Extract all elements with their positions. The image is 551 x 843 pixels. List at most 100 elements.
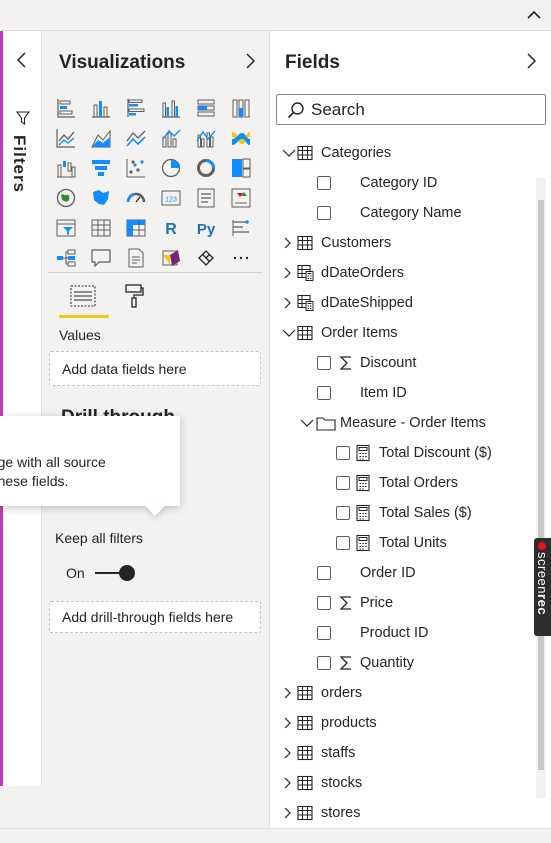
card-icon[interactable]: 123 xyxy=(153,183,188,213)
filters-pane-collapsed[interactable]: Filters xyxy=(0,31,42,786)
more-visuals-icon[interactable] xyxy=(223,243,258,273)
toggle-switch[interactable] xyxy=(94,565,135,581)
decomposition-tree-icon[interactable] xyxy=(48,243,83,273)
field-checkbox[interactable] xyxy=(317,206,331,220)
table-icon xyxy=(297,745,313,761)
field-checkbox[interactable] xyxy=(317,596,331,610)
chevron-right-icon[interactable] xyxy=(282,746,296,760)
kpi-icon[interactable] xyxy=(223,183,258,213)
treemap-icon[interactable] xyxy=(223,153,258,183)
table-row[interactable]: Categories xyxy=(270,138,551,168)
chevron-right-icon[interactable] xyxy=(524,52,538,70)
sigma-icon xyxy=(339,356,351,370)
chevron-up-icon[interactable] xyxy=(525,6,543,24)
field-row[interactable]: Total Units xyxy=(270,528,551,558)
100-stacked-bar-chart-icon[interactable] xyxy=(188,93,223,123)
100-stacked-column-chart-icon[interactable] xyxy=(223,93,258,123)
chevron-right-icon[interactable] xyxy=(243,52,257,70)
matrix-icon[interactable] xyxy=(118,213,153,243)
table-row[interactable]: staffs xyxy=(270,738,551,768)
chevron-down-icon[interactable] xyxy=(282,326,296,340)
field-checkbox[interactable] xyxy=(336,476,350,490)
field-checkbox[interactable] xyxy=(317,176,331,190)
filled-map-icon[interactable] xyxy=(83,183,118,213)
fields-scrollbar-thumb[interactable] xyxy=(538,200,544,770)
field-checkbox[interactable] xyxy=(317,656,331,670)
gauge-icon[interactable] xyxy=(118,183,153,213)
multi-row-card-icon[interactable] xyxy=(188,183,223,213)
chevron-right-icon[interactable] xyxy=(282,806,296,820)
area-chart-icon[interactable] xyxy=(83,123,118,153)
fields-tab-icon[interactable] xyxy=(68,281,98,311)
field-checkbox[interactable] xyxy=(336,446,350,460)
search-input[interactable] xyxy=(311,99,531,120)
funnel-chart-icon[interactable] xyxy=(83,153,118,183)
field-row[interactable]: Total Orders xyxy=(270,468,551,498)
field-checkbox[interactable] xyxy=(317,386,331,400)
table-row[interactable]: dDateShipped xyxy=(270,288,551,318)
field-checkbox[interactable] xyxy=(336,536,350,550)
keep-all-filters-toggle[interactable]: On xyxy=(66,565,135,581)
table-row[interactable]: products xyxy=(270,708,551,738)
table-row[interactable]: Order Items xyxy=(270,318,551,348)
clustered-column-chart-icon[interactable] xyxy=(153,93,188,123)
field-row[interactable]: Order ID xyxy=(270,558,551,588)
waterfall-chart-icon[interactable] xyxy=(48,153,83,183)
field-checkbox[interactable] xyxy=(317,626,331,640)
folder-row[interactable]: Measure - Order Items xyxy=(270,408,551,438)
field-row[interactable]: Total Discount ($) xyxy=(270,438,551,468)
python-visual-icon[interactable]: Py xyxy=(188,213,223,243)
power-apps-icon[interactable] xyxy=(153,243,188,273)
line-and-clustered-column-chart-icon[interactable] xyxy=(188,123,223,153)
scatter-chart-icon[interactable] xyxy=(118,153,153,183)
paint-roller-icon[interactable] xyxy=(119,281,149,311)
fields-search-box[interactable] xyxy=(276,94,546,125)
slicer-icon[interactable] xyxy=(48,213,83,243)
table-row[interactable]: orders xyxy=(270,678,551,708)
chevron-right-icon[interactable] xyxy=(282,776,296,790)
filters-accent-bar xyxy=(0,31,3,786)
chevron-left-icon[interactable] xyxy=(14,51,30,69)
field-row[interactable]: Category Name xyxy=(270,198,551,228)
key-influencers-icon[interactable] xyxy=(223,213,258,243)
field-row[interactable]: Category ID xyxy=(270,168,551,198)
pie-chart-icon[interactable] xyxy=(153,153,188,183)
table-row[interactable]: Customers xyxy=(270,228,551,258)
field-checkbox[interactable] xyxy=(317,566,331,580)
clustered-bar-chart-icon[interactable] xyxy=(118,93,153,123)
paginated-report-icon[interactable] xyxy=(118,243,153,273)
chevron-right-icon[interactable] xyxy=(282,686,296,700)
ribbon-chart-icon[interactable] xyxy=(223,123,258,153)
table-row[interactable]: dDateOrders xyxy=(270,258,551,288)
field-checkbox[interactable] xyxy=(317,356,331,370)
field-row[interactable]: Item ID xyxy=(270,378,551,408)
chevron-right-icon[interactable] xyxy=(282,296,296,310)
line-chart-icon[interactable] xyxy=(48,123,83,153)
line-and-stacked-column-chart-icon[interactable] xyxy=(153,123,188,153)
power-automate-icon[interactable] xyxy=(188,243,223,273)
donut-chart-icon[interactable] xyxy=(188,153,223,183)
drill-through-dropzone[interactable]: Add drill-through fields here xyxy=(49,601,261,633)
chevron-right-icon[interactable] xyxy=(282,236,296,250)
chevron-right-icon[interactable] xyxy=(282,266,296,280)
map-icon[interactable] xyxy=(48,183,83,213)
field-row[interactable]: Total Sales ($) xyxy=(270,498,551,528)
values-dropzone[interactable]: Add data fields here xyxy=(49,351,261,386)
stacked-bar-chart-icon[interactable] xyxy=(48,93,83,123)
field-row[interactable]: Quantity xyxy=(270,648,551,678)
field-label: Discount xyxy=(360,355,417,371)
field-row[interactable]: Price xyxy=(270,588,551,618)
field-row[interactable]: Product ID xyxy=(270,618,551,648)
field-row[interactable]: Discount xyxy=(270,348,551,378)
table-row[interactable]: stores xyxy=(270,798,551,828)
chevron-down-icon[interactable] xyxy=(282,146,296,160)
table-row[interactable]: stocks xyxy=(270,768,551,798)
stacked-area-chart-icon[interactable] xyxy=(118,123,153,153)
stacked-column-chart-icon[interactable] xyxy=(83,93,118,123)
chevron-right-icon[interactable] xyxy=(282,716,296,730)
r-visual-icon[interactable]: R xyxy=(153,213,188,243)
table-icon[interactable] xyxy=(83,213,118,243)
chevron-down-icon[interactable] xyxy=(300,416,314,430)
field-checkbox[interactable] xyxy=(336,506,350,520)
qa-visual-icon[interactable] xyxy=(83,243,118,273)
